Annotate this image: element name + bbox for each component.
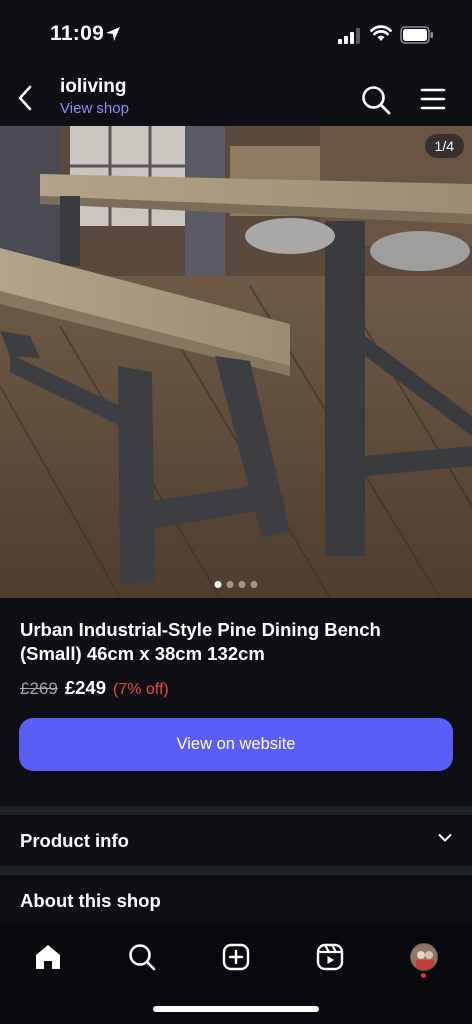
tab-reels[interactable] xyxy=(310,937,350,977)
shop-header: ioliving View shop xyxy=(0,70,472,126)
status-bar: 11:09 xyxy=(0,0,472,70)
product-title: Urban Industrial-Style Pine Dining Bench… xyxy=(20,619,381,664)
search-icon xyxy=(129,944,156,971)
search-button[interactable] xyxy=(360,84,392,116)
carousel-dot[interactable] xyxy=(226,581,234,588)
shop-name[interactable]: ioliving xyxy=(60,76,127,98)
view-shop-link[interactable]: View shop xyxy=(60,100,129,117)
product-screen: 11:09 ioliving View shop 1/4 Urban Indus… xyxy=(0,0,472,1024)
carousel-dot[interactable] xyxy=(238,581,246,588)
profile-avatar xyxy=(410,943,438,971)
status-time: 11:09 xyxy=(50,22,105,45)
menu-button[interactable] xyxy=(419,86,447,112)
home-icon xyxy=(36,945,60,969)
location-arrow-icon xyxy=(106,27,120,41)
tab-home[interactable] xyxy=(28,937,68,977)
sale-price: £249 xyxy=(64,677,106,698)
search-icon xyxy=(362,86,391,115)
back-arrow-icon xyxy=(18,85,32,111)
cellular-signal-icon xyxy=(338,28,360,44)
price-row: £269 £249 (7% off) xyxy=(20,677,169,699)
product-info-row[interactable]: Product info xyxy=(0,815,472,866)
image-counter: 1/4 xyxy=(424,134,464,158)
product-info-label: Product info xyxy=(20,830,129,851)
hamburger-menu-icon xyxy=(420,88,446,110)
tab-create[interactable] xyxy=(216,937,256,977)
section-divider xyxy=(0,806,472,815)
back-button[interactable] xyxy=(10,82,40,114)
carousel-dot[interactable] xyxy=(250,581,258,588)
wifi-icon xyxy=(370,25,392,41)
create-post-icon xyxy=(222,943,250,971)
about-shop-row[interactable]: About this shop xyxy=(0,875,472,925)
carousel-dots xyxy=(214,581,258,588)
tab-search[interactable] xyxy=(122,937,162,977)
reels-icon xyxy=(316,943,344,971)
view-on-website-button[interactable]: View on website xyxy=(19,718,453,771)
battery-icon xyxy=(400,26,433,44)
carousel-dot[interactable] xyxy=(214,581,222,588)
product-image-carousel[interactable]: 1/4 xyxy=(0,126,472,598)
about-shop-label: About this shop xyxy=(20,890,161,911)
home-indicator xyxy=(153,1006,319,1012)
section-divider xyxy=(0,866,472,875)
notification-dot xyxy=(421,973,426,978)
discount-label: (7% off) xyxy=(112,681,169,698)
product-photo xyxy=(0,126,472,598)
original-price: £269 xyxy=(20,679,58,698)
tab-profile[interactable] xyxy=(404,937,444,977)
chevron-down-icon xyxy=(438,834,452,842)
product-details: Urban Industrial-Style Pine Dining Bench… xyxy=(0,598,472,806)
